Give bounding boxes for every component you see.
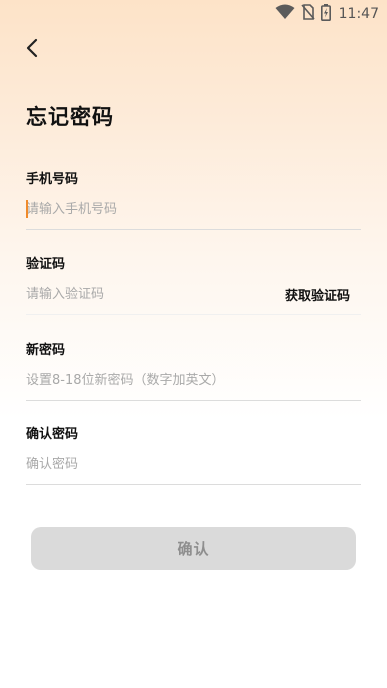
chevron-left-icon (25, 38, 39, 62)
wifi-icon (275, 4, 295, 24)
code-field-row: 获取验证码 (26, 274, 361, 315)
status-icons: 11:47 (275, 3, 379, 25)
phone-field-group: 手机号码 (26, 171, 361, 230)
no-sim-icon (301, 4, 315, 24)
status-time: 11:47 (338, 6, 379, 22)
confirm-password-field-group: 确认密码 (26, 426, 361, 485)
page-title: 忘记密码 (26, 105, 114, 129)
text-cursor (26, 200, 28, 218)
new-password-input[interactable] (26, 360, 361, 400)
confirm-password-field-row (26, 444, 361, 485)
phone-field-row (26, 189, 361, 230)
new-password-label: 新密码 (26, 343, 66, 358)
back-button[interactable] (18, 36, 46, 64)
new-password-field-group: 新密码 (26, 342, 361, 401)
code-input[interactable] (26, 274, 285, 314)
code-label: 验证码 (26, 257, 66, 272)
get-code-button[interactable]: 获取验证码 (285, 285, 361, 304)
phone-label: 手机号码 (26, 172, 79, 187)
code-field-group: 验证码 获取验证码 (26, 256, 361, 315)
confirm-password-label: 确认密码 (26, 427, 79, 442)
new-password-field-row (26, 360, 361, 401)
confirm-button[interactable]: 确认 (31, 527, 356, 570)
battery-charging-icon (320, 3, 331, 25)
confirm-password-input[interactable] (26, 444, 361, 484)
phone-input[interactable] (26, 189, 361, 229)
status-bar: 11:47 (0, 0, 387, 28)
